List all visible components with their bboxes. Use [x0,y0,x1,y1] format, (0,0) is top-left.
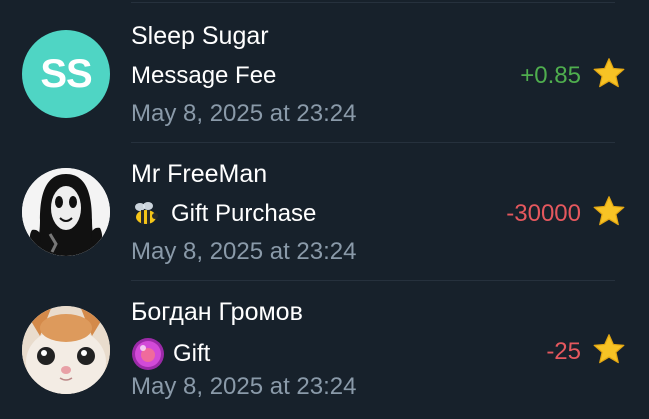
kitten-photo-avatar [22,306,110,394]
transaction-row-2[interactable]: Mr FreeMan Gift Purchase -30000 May 8, 2… [0,143,649,281]
bee-icon [135,202,158,224]
transaction-amount: -25 [546,338,581,365]
description-label: Gift [173,340,211,367]
transaction-amount: -30000 [506,200,581,227]
transaction-description: Gift Purchase [131,200,316,228]
star-icon [593,196,625,226]
transaction-row-3[interactable]: Богдан Громов Gift -25 May 8, 2025 at 23… [0,281,649,419]
kitten-photo-icon [22,306,110,394]
transaction-description: Message Fee [131,62,276,90]
transaction-name: Богдан Громов [131,298,303,326]
transaction-name: Mr FreeMan [131,160,268,188]
transaction-name: Sleep Sugar [131,22,269,50]
transaction-date: May 8, 2025 at 23:24 [131,100,357,127]
ghost-mask-icon [22,168,110,256]
star-icon [593,334,625,364]
description-label: Gift Purchase [171,200,317,227]
avatar-initials: SS [40,51,92,96]
ghost-mask-avatar [22,168,110,256]
transaction-row-1[interactable]: SS Sleep Sugar Message Fee +0.85 May 8, … [0,4,649,142]
transaction-date: May 8, 2025 at 23:24 [131,373,357,400]
transaction-description: Gift [131,337,210,371]
transaction-date: May 8, 2025 at 23:24 [131,238,357,265]
avatar-sleep-sugar: SS [22,30,110,118]
star-icon [593,58,625,88]
transaction-amount: +0.85 [520,62,581,89]
gift-orb-icon [132,338,164,370]
description-label: Message Fee [131,62,277,89]
divider-top [131,2,615,3]
